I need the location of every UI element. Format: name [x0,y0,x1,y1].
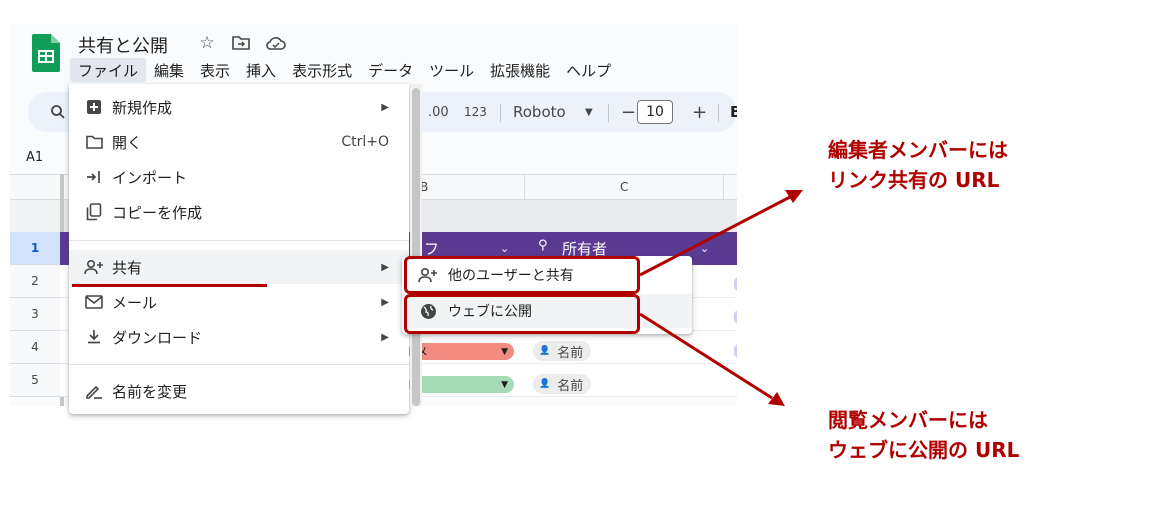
decrease-font-size-button[interactable]: − [621,92,636,132]
menu-tools[interactable]: ツール [421,58,482,82]
person-chip[interactable]: 👤 名前 [533,341,592,361]
chip-dropdown-icon: ▼ [501,379,508,390]
menu-help[interactable]: ヘルプ [558,58,619,82]
person-chip[interactable]: 👤 名前 [533,374,592,394]
chip-dropdown-icon: ▼ [501,346,508,357]
viewer-arrow-head [768,392,785,406]
search-menus-icon[interactable] [50,92,66,132]
add-box-icon [84,97,104,117]
row-header-4[interactable]: 4 [10,331,60,364]
row-header-1[interactable]: 1 [10,232,60,265]
mail-icon [84,292,104,312]
menu-item-label: インポート [112,168,188,187]
menu-item-new[interactable]: 新規作成 ▶ [69,90,409,124]
submenu-arrow-icon: ▶ [381,261,389,273]
share-with-others-highlight-box [404,256,640,294]
menu-insert[interactable]: 挿入 [238,58,284,82]
menu-item-share[interactable]: 共有 ▶ [69,250,409,284]
row-header-blank [10,200,60,232]
cloud-status-icon[interactable] [265,33,287,53]
share-highlight-underline [72,284,267,287]
owner-dropdown-icon[interactable]: ⌄ [700,242,709,255]
download-icon [84,327,104,347]
menu-item-make-copy[interactable]: コピーを作成 [69,195,409,229]
publish-to-web-highlight-box [404,294,640,334]
star-icon[interactable]: ☆ [196,33,218,53]
menu-item-label: 新規作成 [112,98,173,117]
open-shortcut: Ctrl+O [341,134,389,150]
menu-divider [69,364,409,365]
menu-item-label: コピーを作成 [112,203,203,222]
move-folder-icon[interactable] [230,33,252,53]
person-chip-label: 名前 [557,345,584,361]
font-dropdown-icon[interactable]: ▼ [585,92,593,132]
chip-edge [734,277,737,291]
font-size-input[interactable]: 10 [637,100,673,124]
editor-arrow-head [785,190,803,203]
document-title[interactable]: 共有と公開 [78,32,168,58]
menu-item-label: 名前を変更 [112,382,188,401]
menu-view[interactable]: 表示 [192,58,238,82]
menu-item-import[interactable]: インポート [69,160,409,194]
menu-item-rename[interactable]: 名前を変更 [69,374,409,408]
submenu-arrow-icon: ▶ [381,101,389,113]
person-icon: ⚲ [538,238,548,253]
menu-data[interactable]: データ [360,58,421,82]
editor-annotation-line1: 編集者メンバーには [828,138,1008,162]
status-chip-red[interactable]: メ ▼ [408,343,514,360]
menu-file[interactable]: ファイル [70,58,147,82]
folder-icon [84,132,104,152]
submenu-arrow-icon: ▶ [381,296,389,308]
menu-item-label: ダウンロード [112,328,203,347]
menu-format[interactable]: 表示形式 [284,58,360,82]
toolbar-divider [608,104,609,122]
column-gridline [524,175,525,201]
column-header-c[interactable]: C [620,180,628,194]
column-gridline [723,175,724,201]
copy-icon [84,202,104,222]
viewer-annotation-line1: 閲覧メンバーには [828,408,988,432]
menu-item-open[interactable]: 開く Ctrl+O [69,125,409,159]
person-add-icon [84,257,104,277]
font-select[interactable]: Roboto [513,92,566,132]
editor-annotation-line2: リンク共有の URL [828,168,1000,192]
increase-font-size-button[interactable]: + [692,92,707,132]
menu-item-label: 共有 [112,258,143,277]
more-formats-button[interactable]: 123 [464,92,487,132]
viewer-annotation-line2: ウェブに公開の URL [828,438,1020,462]
menu-extensions[interactable]: 拡張機能 [482,58,558,82]
person-icon: 👤 [539,379,551,389]
import-icon [84,167,104,187]
menu-edit[interactable]: 編集 [146,58,192,82]
chip-edge [734,310,737,324]
row-header-5[interactable]: 5 [10,364,60,397]
row-header-2[interactable]: 2 [10,265,60,298]
bold-button[interactable]: B [730,92,737,132]
person-icon: 👤 [539,346,551,356]
row1-dropdown-icon[interactable]: ⌄ [500,242,509,255]
row-header-3[interactable]: 3 [10,298,60,331]
menu-item-label: 開く [112,133,143,152]
sheets-logo-icon[interactable] [32,34,60,72]
toolbar-divider [500,104,501,122]
rename-pencil-icon [84,381,104,401]
menu-bar: ファイル 編集 表示 挿入 表示形式 データ ツール 拡張機能 ヘルプ [70,58,619,82]
person-chip-label: 名前 [557,378,584,394]
name-box[interactable]: A1 [26,150,43,165]
menu-item-label: メール [112,293,158,312]
chip-edge [734,344,737,358]
menu-item-download[interactable]: ダウンロード ▶ [69,320,409,354]
menu-item-email[interactable]: メール ▶ [69,285,409,319]
decimal-format-button[interactable]: .00 [428,92,449,132]
file-menu: 新規作成 ▶ 開く Ctrl+O インポート コピーを作成 共有 ▶ メール ▶ [69,84,409,414]
submenu-arrow-icon: ▶ [381,331,389,343]
menu-scrollbar-thumb[interactable] [412,88,420,406]
status-chip-green[interactable]: ▼ [408,376,514,393]
toolbar-divider [718,104,719,122]
menu-divider [69,240,409,241]
